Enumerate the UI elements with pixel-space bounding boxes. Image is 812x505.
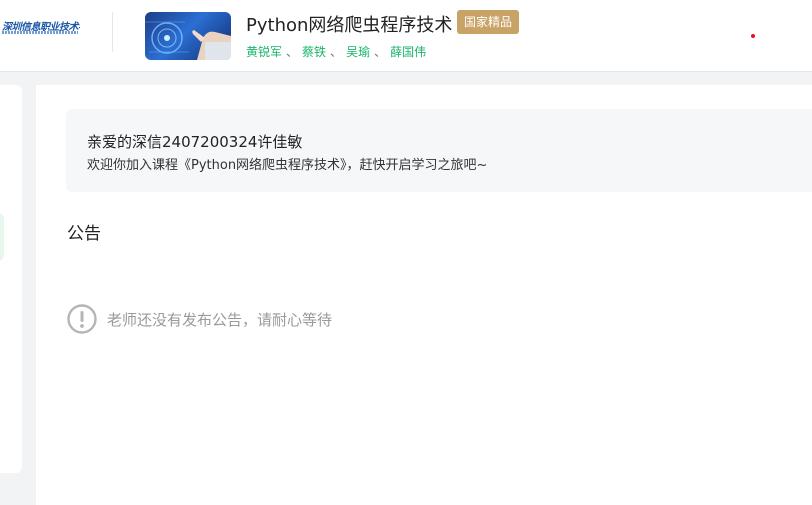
- exclamation-circle-icon: [67, 304, 97, 334]
- teacher-link[interactable]: 吴瑜: [346, 45, 370, 59]
- teacher-separator: 、: [374, 45, 387, 59]
- notification-dot[interactable]: [751, 34, 755, 38]
- school-logo-english-line: [2, 31, 78, 34]
- national-quality-badge: 国家精品: [457, 10, 520, 34]
- header-divider: [112, 12, 113, 52]
- course-cover-image[interactable]: [145, 12, 231, 60]
- cover-illustration: [145, 21, 231, 60]
- teacher-link[interactable]: 黄锐军: [246, 45, 282, 59]
- teacher-list: 黄锐军、蔡铁、吴瑜、薛国伟: [246, 43, 426, 60]
- left-sidebar: [0, 85, 22, 473]
- welcome-title: 亲爱的深信2407200324许佳敏: [87, 133, 303, 151]
- school-logo[interactable]: 深圳信息职业技术学院: [0, 18, 80, 40]
- sidebar-item-active[interactable]: [0, 213, 4, 261]
- teacher-separator: 、: [330, 45, 343, 59]
- welcome-card: 亲爱的深信2407200324许佳敏 欢迎你加入课程《Python网络爬虫程序技…: [66, 109, 812, 192]
- teacher-link[interactable]: 蔡铁: [302, 45, 326, 59]
- announcements-title: 公告: [67, 224, 101, 244]
- empty-announcements-text: 老师还没有发布公告，请耐心等待: [107, 311, 333, 329]
- welcome-text: 欢迎你加入课程《Python网络爬虫程序技术》，赶快开启学习之旅吧~: [87, 158, 488, 173]
- teacher-separator: 、: [286, 45, 299, 59]
- teacher-link[interactable]: 薛国伟: [390, 45, 426, 59]
- course-header: 深圳信息职业技术学院 Python网络爬虫程序技术 国家精品 黄锐军、蔡铁、吴瑜…: [0, 0, 812, 72]
- course-title: Python网络爬虫程序技术: [246, 15, 453, 36]
